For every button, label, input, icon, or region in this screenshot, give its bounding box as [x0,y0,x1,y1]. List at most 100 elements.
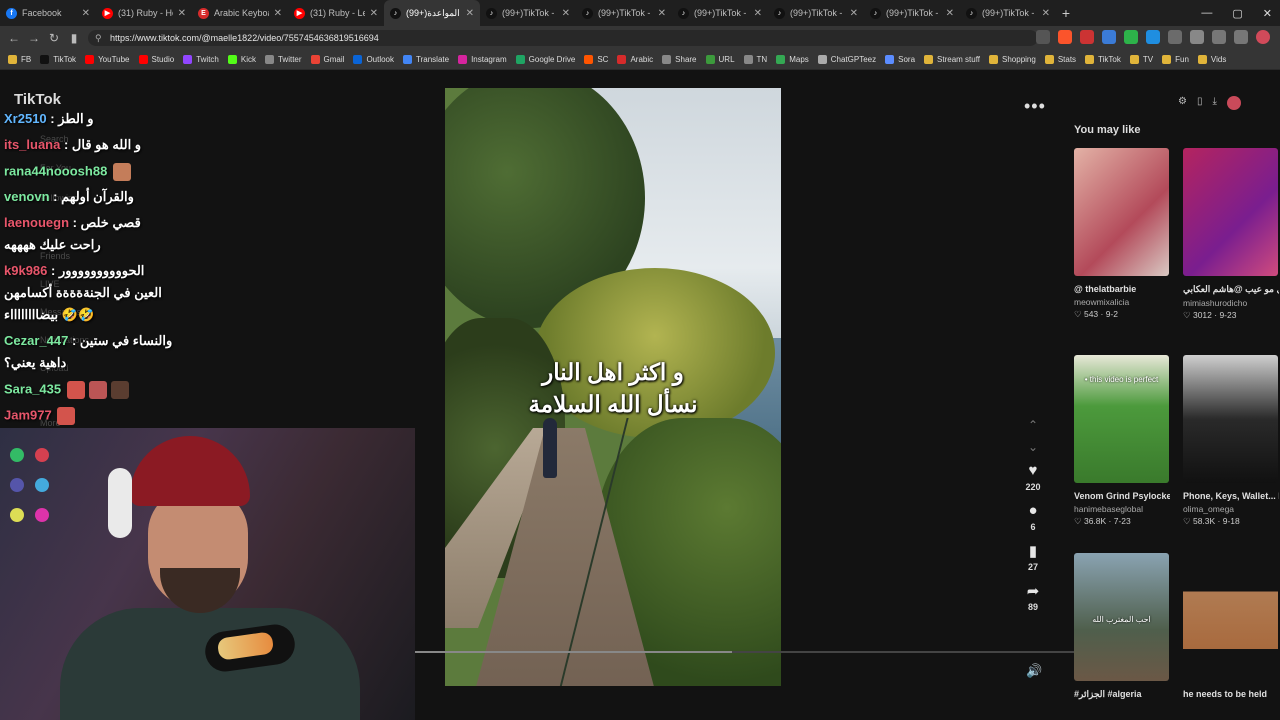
card-title[interactable]: Phone, Keys, Wallet... In That... [1183,491,1279,501]
reload-icon[interactable]: ↻ [44,31,64,45]
recommended-video-card[interactable]: • this video is perfect Venom Grind Psylo… [1074,355,1170,527]
bookmark-item[interactable]: Kick [227,55,256,64]
more-options-icon[interactable]: ••• [1024,96,1046,117]
tab-close-icon[interactable]: ✕ [178,8,186,19]
browser-tab[interactable]: ♪ (99+)TikTok - Make ✕ [672,0,768,26]
sidebar-icon[interactable] [1190,30,1204,44]
bookmark-item[interactable]: Share [662,55,697,64]
bookmark-item[interactable]: Arabic [617,55,653,64]
browser-tab[interactable]: ♪ (99+)TikTok - Make ✕ [960,0,1056,26]
recommended-video-card[interactable]: Phone, Keys, Wallet... In That... olima_o… [1183,355,1279,527]
new-tab-button[interactable]: + [1056,5,1076,21]
profile-avatar[interactable] [1256,30,1270,44]
bookmark-item[interactable]: Sora [885,55,915,64]
bookmark-item[interactable]: Google Drive [515,55,575,64]
volume-icon[interactable]: 🔊 [1026,663,1042,679]
comment-icon[interactable]: ● [1028,502,1037,520]
media-icon[interactable] [1212,30,1226,44]
share-action[interactable]: ➦ 89 [1018,582,1048,612]
extension-icon[interactable] [1168,30,1182,44]
video-thumbnail[interactable] [1183,553,1278,681]
browser-tab[interactable]: ♪ (99+)TikTok - Make ✕ [576,0,672,26]
browser-tab[interactable]: ▶ (31) Ruby - Hetta T ✕ [96,0,192,26]
browser-tab[interactable]: f Facebook ✕ [0,0,96,26]
browser-tab[interactable]: ♪ (99+)المواعدة ✕ [384,0,480,26]
browser-tab[interactable]: ♪ (99+)TikTok - Make ✕ [768,0,864,26]
like-action[interactable]: ♥ 220 [1018,462,1048,492]
bookmark-item[interactable]: Twitter [264,55,302,64]
bookmark-item[interactable]: Fun [1162,55,1189,64]
bookmark-icon[interactable]: ▮ [1029,542,1037,560]
video-progress-bar[interactable] [415,651,1075,653]
bookmark-item[interactable]: ChatGPTeez [817,55,876,64]
extension-icon[interactable] [1146,30,1160,44]
card-author[interactable]: meowmixalicia [1074,297,1170,307]
card-author[interactable]: mimiashurodicho [1183,298,1279,308]
bookmark-item[interactable]: Shopping [989,55,1036,64]
tab-close-icon[interactable]: ✕ [946,8,954,19]
maximize-icon[interactable]: ▢ [1232,7,1242,20]
bookmark-item[interactable]: Instagram [458,55,507,64]
extension-icon[interactable] [1080,30,1094,44]
tab-close-icon[interactable]: ✕ [274,8,282,19]
video-thumbnail[interactable] [1074,148,1169,276]
browser-tab[interactable]: ▶ (31) Ruby - Leih Be ✕ [288,0,384,26]
bookmark-item[interactable]: SC [584,55,608,64]
next-video-icon[interactable]: ⌄ [1018,440,1048,462]
card-author[interactable]: hanimebaseglobal [1074,504,1170,514]
video-thumbnail[interactable]: • this video is perfect [1074,355,1169,483]
tab-close-icon[interactable]: ✕ [82,8,90,19]
recommended-video-card[interactable]: @ thelatbarbie meowmixalicia ♡ 543 · 9-2 [1074,148,1170,320]
comment-action[interactable]: ● 6 [1018,502,1048,532]
url-field[interactable]: ⚲ https://www.tiktok.com/@maelle1822/vid… [88,30,1038,46]
bookmark-item[interactable]: Outlook [353,55,394,64]
bookmark-item[interactable]: Studio [138,55,174,64]
site-info-icon[interactable]: ⚲ [95,30,102,46]
browser-tab[interactable]: E Arabic Keyboard ™ ✕ [192,0,288,26]
browser-tab[interactable]: ♪ (99+)TikTok - Make ✕ [864,0,960,26]
extension-icon[interactable] [1036,30,1050,44]
card-title[interactable]: he needs to be held [1183,689,1279,699]
bookmark-item[interactable]: Twitch [183,55,219,64]
card-title[interactable]: الشال مو عيب @هاشم العكابي @Dalia Salman… [1183,284,1279,295]
card-title[interactable]: @ thelatbarbie [1074,284,1170,294]
previous-video-icon[interactable]: ⌃ [1018,418,1048,440]
card-title[interactable]: Venom Grind Psylocke Animatio... [1074,491,1170,501]
bookmark-item[interactable]: TikTok [40,55,76,64]
video-thumbnail[interactable] [1183,148,1278,276]
tab-close-icon[interactable]: ✕ [1042,8,1050,19]
card-title[interactable]: #الجزائر #algeria [1074,689,1170,700]
recommended-video-card[interactable]: he needs to be held [1183,553,1279,699]
brave-icon[interactable] [1058,30,1072,44]
recommended-video-card[interactable]: الشال مو عيب @هاشم العكابي @Dalia Salman… [1183,148,1279,321]
heart-icon[interactable]: ♥ [1029,462,1038,480]
card-author[interactable]: olima_omega [1183,504,1279,514]
forward-icon[interactable]: → [24,31,44,45]
bookmark-item[interactable]: Gmail [310,55,344,64]
bookmark-item[interactable]: Maps [776,55,809,64]
recommended-video-card[interactable]: احب المغترب الله #الجزائر #algeria [1074,553,1170,700]
bookmark-item[interactable]: Translate [403,55,449,64]
share-icon[interactable]: ➦ [1027,582,1040,600]
bookmark-icon[interactable]: ▮ [64,31,84,45]
tab-close-icon[interactable]: ✕ [754,8,762,19]
save-action[interactable]: ▮ 27 [1018,542,1048,572]
tab-close-icon[interactable]: ✕ [562,8,570,19]
close-icon[interactable]: ✕ [1263,7,1272,20]
bookmark-item[interactable]: FB [8,55,31,64]
minimize-icon[interactable]: — [1201,7,1212,19]
tab-close-icon[interactable]: ✕ [658,8,666,19]
back-icon[interactable]: ← [4,31,24,45]
bookmark-item[interactable]: TV [1129,55,1153,64]
video-thumbnail[interactable]: احب المغترب الله [1074,553,1169,681]
download-icon[interactable]: ⤓ [1212,96,1216,110]
extension-icon[interactable] [1124,30,1138,44]
device-icon[interactable]: ▯ [1197,96,1203,110]
wallet-icon[interactable] [1234,30,1248,44]
bookmark-item[interactable]: YouTube [85,55,130,64]
bookmark-item[interactable]: TikTok [1085,55,1121,64]
tab-close-icon[interactable]: ✕ [850,8,858,19]
bookmark-item[interactable]: URL [705,55,735,64]
video-player[interactable]: و اكثر اهل النار نسأل الله السلامة [445,88,781,686]
avatar[interactable] [1226,96,1241,110]
